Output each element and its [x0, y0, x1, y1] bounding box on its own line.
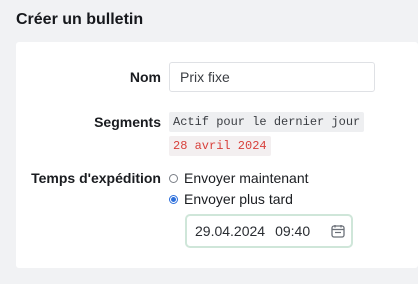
time-value: 09:40: [275, 223, 311, 239]
send-time-label: Temps d'expédition: [31, 170, 161, 186]
send-later-label: Envoyer plus tard: [184, 191, 293, 207]
segments-label: Segments: [94, 114, 161, 130]
page-title: Créer un bulletin: [16, 11, 144, 28]
send-now-label: Envoyer maintenant: [184, 170, 309, 186]
datetime-input[interactable]: 29.04.2024 09:40: [185, 214, 353, 248]
send-later-option[interactable]: Envoyer plus tard: [169, 191, 293, 207]
newsletter-form-card: Nom Segments Actif pour le dernier jour …: [16, 42, 418, 268]
date-value: 29.04.2024: [195, 223, 266, 239]
name-input[interactable]: [169, 62, 375, 92]
segment-date-chip: 28 avril 2024: [169, 136, 271, 156]
calendar-icon[interactable]: [331, 224, 345, 238]
send-now-option[interactable]: Envoyer maintenant: [169, 170, 309, 186]
segment-chip: Actif pour le dernier jour: [169, 112, 365, 132]
name-label: Nom: [129, 69, 161, 85]
send-later-radio[interactable]: [169, 194, 178, 204]
send-now-radio[interactable]: [169, 173, 178, 183]
